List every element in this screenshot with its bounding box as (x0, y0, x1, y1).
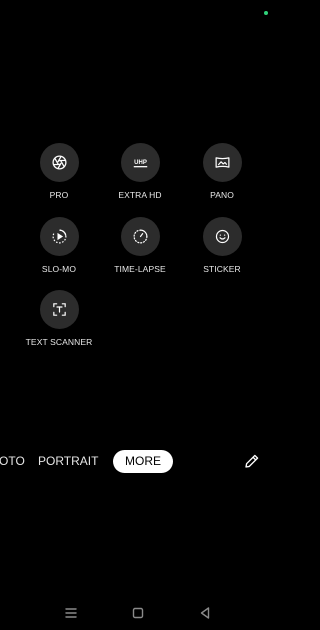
mode-label-pano: PANO (210, 190, 234, 200)
pencil-icon (245, 454, 259, 468)
aperture-icon (51, 155, 67, 170)
pano-button[interactable] (202, 143, 242, 182)
mode-time-lapse[interactable]: TIME-LAPSE (99, 217, 181, 274)
mode-sticker[interactable]: STICKER (181, 217, 263, 274)
time-lapse-button[interactable] (120, 217, 160, 256)
sticker-button[interactable] (202, 217, 242, 256)
time-lapse-icon (133, 229, 147, 244)
uhp-icon-text: UHP (134, 160, 147, 166)
pro-button[interactable] (39, 143, 79, 182)
more-modes-grid: PRO UHP EXTRA HD PANO SLO-MO TIME-LAPSE … (0, 0, 281, 360)
home-button[interactable] (130, 605, 146, 621)
mode-slo-mo[interactable]: SLO-MO (18, 217, 100, 274)
text-scanner-button[interactable] (39, 290, 79, 329)
edit-modes-button[interactable] (243, 452, 261, 470)
uhp-icon: UHP (133, 160, 147, 168)
mode-extra-hd[interactable]: UHP EXTRA HD (99, 143, 181, 200)
mode-text-scanner[interactable]: TEXT SCANNER (18, 290, 100, 347)
mode-pro[interactable]: PRO (18, 143, 100, 200)
mode-label-slo-mo: SLO-MO (41, 264, 77, 274)
mode-tab-photo[interactable]: OTO (0, 446, 25, 476)
mode-label-time-lapse: TIME-LAPSE (114, 264, 166, 274)
system-nav-bar (0, 600, 281, 626)
mode-label-text-scanner: TEXT SCANNER (25, 337, 93, 347)
back-button[interactable] (197, 605, 213, 621)
home-icon (132, 607, 144, 619)
panorama-icon (215, 157, 229, 168)
mode-pano[interactable]: PANO (181, 143, 263, 200)
slow-motion-icon (52, 229, 66, 244)
mode-label-extra-hd: EXTRA HD (118, 190, 162, 200)
mode-tab-more[interactable]: MORE (113, 450, 173, 473)
mode-tab-portrait[interactable]: PORTRAIT (38, 446, 98, 476)
camera-screen: PRO UHP EXTRA HD PANO SLO-MO TIME-LAPSE … (0, 0, 281, 630)
slo-mo-button[interactable] (39, 217, 79, 256)
recents-button[interactable] (63, 605, 79, 621)
mode-label-pro: PRO (49, 190, 69, 200)
mode-label-sticker: STICKER (203, 264, 241, 274)
smiley-icon (215, 229, 229, 244)
extra-hd-button[interactable]: UHP (120, 143, 160, 182)
recents-icon (65, 608, 77, 618)
camera-mode-bar: OTO PORTRAIT MORE (0, 446, 281, 476)
text-scanner-icon (52, 303, 66, 316)
back-icon (200, 607, 210, 619)
